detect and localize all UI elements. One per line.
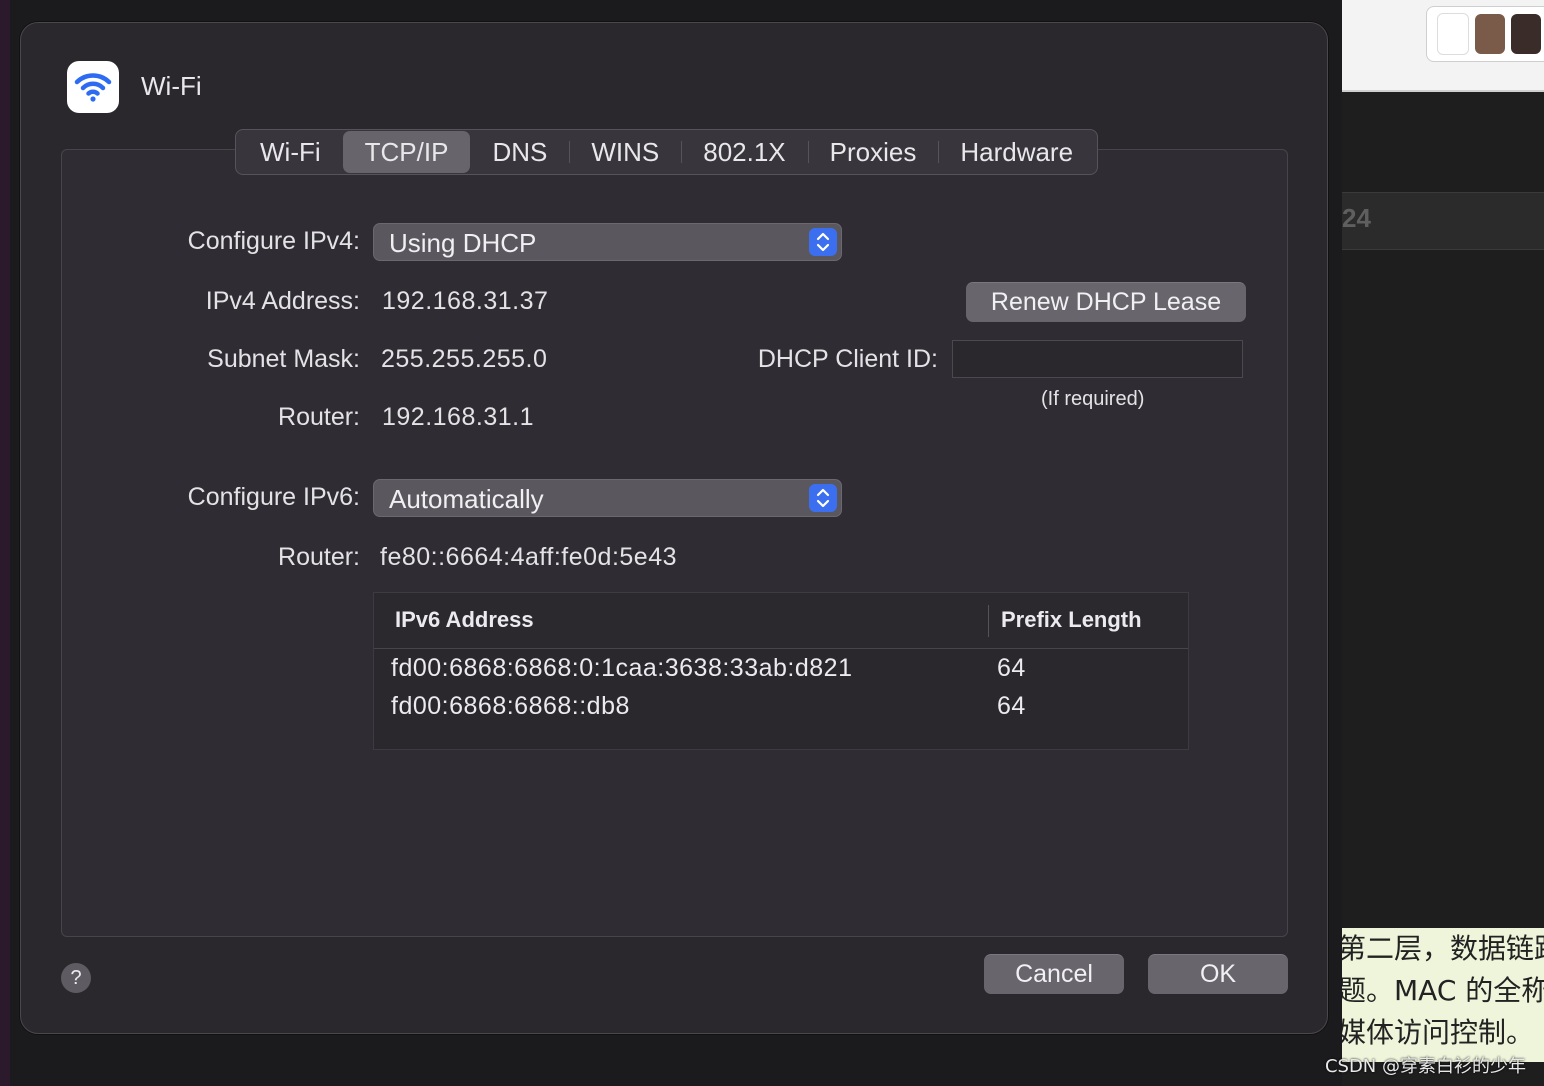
tab-bar: Wi-Fi TCP/IP DNS WINS 802.1X Proxies Har… [235,129,1099,175]
subnet-mask-value: 255.255.255.0 [381,345,548,373]
article-line: 媒体访问控制。 [1342,1016,1535,1049]
ipv4-address-label: IPv4 Address: [205,287,360,315]
ipv6-address-table[interactable]: IPv6 Address Prefix Length fd00:6868:686… [373,592,1189,750]
network-settings-sheet: Wi-Fi Wi-Fi TCP/IP DNS WINS 802.1X Proxi… [20,22,1328,1034]
background-article: 第二层，数据链路 题。MAC 的全称 媒体访问控制。 [1342,928,1544,1062]
avatar [1437,13,1469,55]
article-line: 第二层，数据链路 [1342,932,1544,965]
chevron-updown-icon [809,228,837,256]
sheet-title: Wi-Fi [141,71,202,101]
article-line: 题。MAC 的全称 [1342,974,1544,1007]
configure-ipv6-label: Configure IPv6: [187,483,360,511]
column-divider [988,605,989,637]
watermark: CSDN @穿素白衫的少年 [1324,1056,1526,1077]
configure-ipv4-select[interactable]: Using DHCP [373,223,842,261]
column-header-ipv6-address[interactable]: IPv6 Address [395,607,534,633]
tab-wins[interactable]: WINS [569,131,681,173]
configure-ipv4-label: Configure IPv4: [187,227,360,255]
configure-ipv6-value: Automatically [389,484,544,514]
tab-proxies[interactable]: Proxies [807,131,939,173]
tab-tcpip[interactable]: TCP/IP [342,131,471,173]
chevron-updown-icon [809,484,837,512]
ipv6-router-label: Router: [278,543,360,571]
background-header-band: 24 [1342,192,1544,250]
prefix-length-cell: 64 [997,692,1026,720]
tab-hardware[interactable]: Hardware [938,131,1095,173]
background-avatar-group[interactable] [1426,6,1544,62]
table-header: IPv6 Address Prefix Length [374,593,1188,649]
dhcp-client-id-hint: (If required) [1041,388,1145,410]
ipv4-router-value: 192.168.31.1 [382,403,534,431]
avatar [1511,14,1541,54]
ipv4-router-label: Router: [278,403,360,431]
background-partial-number: 24 [1342,203,1371,233]
background-browser-toolbar [1342,0,1544,92]
renew-dhcp-lease-button[interactable]: Renew DHCP Lease [966,282,1246,322]
prefix-length-cell: 64 [997,654,1026,682]
dhcp-client-id-field[interactable] [952,340,1243,378]
column-header-prefix-length[interactable]: Prefix Length [1001,607,1142,633]
ok-button[interactable]: OK [1148,954,1288,994]
configure-ipv4-value: Using DHCP [389,228,537,258]
tab-dns[interactable]: DNS [470,131,569,173]
background-app: 24 第二层，数据链路 题。MAC 的全称 媒体访问控制。 [1342,0,1544,1086]
dhcp-client-id-label: DHCP Client ID: [757,345,938,373]
wifi-icon [67,61,119,113]
configure-ipv6-select[interactable]: Automatically [373,479,842,517]
tab-wifi[interactable]: Wi-Fi [238,131,343,173]
cancel-button[interactable]: Cancel [984,954,1124,994]
subnet-mask-label: Subnet Mask: [207,345,360,373]
ipv4-address-value: 192.168.31.37 [382,287,549,315]
ipv6-address-cell: fd00:6868:6868:0:1caa:3638:33ab:d821 [391,654,853,682]
help-button[interactable]: ? [61,963,91,993]
ipv6-address-cell: fd00:6868:6868::db8 [391,692,630,720]
background-window-edge [0,0,10,1086]
tab-8021x[interactable]: 802.1X [681,131,807,173]
avatar [1475,14,1505,54]
ipv6-router-value: fe80::6664:4aff:fe0d:5e43 [380,543,678,571]
